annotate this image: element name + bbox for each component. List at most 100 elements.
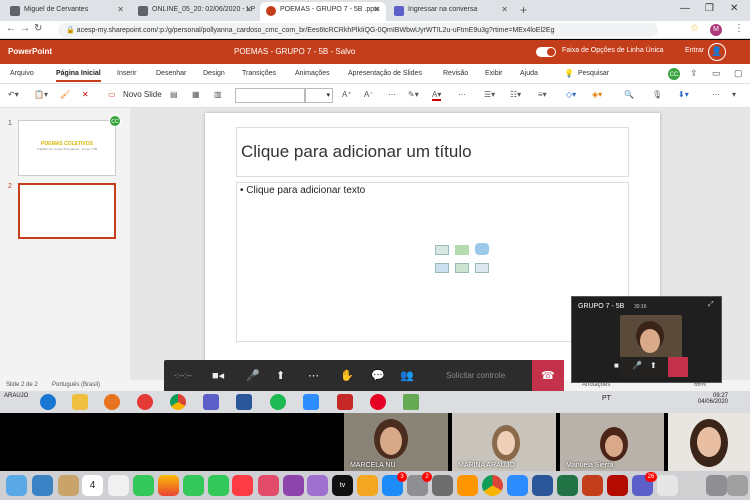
zoom-icon[interactable] (507, 475, 528, 496)
designer-icon[interactable]: ⬇▾ (678, 90, 689, 99)
participant-tile[interactable]: Manuela Sierra (560, 413, 664, 471)
folder-icon[interactable] (72, 394, 88, 410)
fill-icon[interactable]: ◈▾ (592, 90, 602, 99)
tab-desenhar[interactable]: Desenhar (156, 70, 186, 77)
notes-icon[interactable] (108, 475, 129, 496)
tab-transicoes[interactable]: Transições (242, 70, 276, 77)
participants-icon[interactable]: 👥 (400, 369, 414, 382)
photos-icon[interactable] (158, 475, 179, 496)
camera-icon[interactable]: ■ (614, 361, 619, 370)
finder-icon[interactable] (6, 475, 27, 496)
numbering-icon[interactable]: ☷▾ (510, 90, 521, 99)
table-icon[interactable] (435, 245, 449, 255)
participant-tile[interactable]: MARCELA NU (344, 413, 448, 471)
highlight-icon[interactable]: ✎▾ (408, 90, 419, 99)
new-tab-button[interactable]: + (520, 3, 527, 17)
url-field[interactable]: 🔒 acesp-my.sharepoint.com/:p:/g/personal… (58, 23, 658, 37)
camera-icon[interactable]: ■◂ (212, 369, 224, 382)
utility-icon[interactable] (432, 475, 453, 496)
share-icon[interactable]: ⬆ (650, 361, 657, 370)
share-screen-icon[interactable]: ⬆ (276, 369, 285, 382)
more-actions-icon[interactable]: ⋯ (308, 369, 319, 382)
teams-icon[interactable]: 26 (632, 472, 657, 496)
chat-icon[interactable]: 💬 (371, 369, 385, 382)
hang-up-button[interactable]: ☎ (532, 360, 564, 392)
downloads-icon[interactable] (706, 475, 727, 496)
flag-icon[interactable] (337, 394, 353, 410)
tab-pagina-inicial[interactable]: Página Inicial (56, 70, 101, 82)
new-slide-icon[interactable]: ▭ (108, 90, 116, 99)
teams-icon[interactable] (203, 394, 219, 410)
trash-icon[interactable] (727, 475, 748, 496)
maps-icon[interactable] (208, 475, 229, 496)
user-icon[interactable]: 👤 (708, 43, 726, 61)
facetime-icon[interactable] (133, 475, 154, 496)
raise-hand-icon[interactable]: ✋ (340, 369, 354, 382)
participant-tile[interactable] (668, 413, 750, 471)
forward-icon[interactable]: → (20, 23, 30, 34)
itunes-icon[interactable] (682, 475, 703, 496)
word-icon[interactable] (532, 475, 553, 496)
contacts-icon[interactable] (58, 475, 79, 496)
books-icon[interactable] (357, 475, 378, 496)
coauthor-badge[interactable]: CC (667, 67, 681, 81)
video-icon[interactable] (475, 263, 489, 273)
insert-content-icons[interactable] (433, 241, 497, 283)
picture-icon[interactable] (435, 263, 449, 273)
apple-tv-icon[interactable]: tv (332, 475, 353, 496)
bullets-icon[interactable]: ☰▾ (484, 90, 495, 99)
tab-poemas[interactable]: POEMAS - GRUPO 7 - 5B .pptx ✕ (260, 2, 386, 21)
tab-online[interactable]: ONLINE_05_20: 02/06/2020 - LP ✕ (132, 2, 258, 21)
menu-icon[interactable]: ⋮ (734, 23, 744, 34)
back-icon[interactable]: ← (6, 23, 16, 34)
single-line-ribbon-toggle[interactable] (536, 47, 556, 57)
reset-icon[interactable]: ▦ (192, 90, 200, 99)
undo-icon[interactable]: ↶▾ (8, 90, 19, 99)
signin-link[interactable]: Entrar (685, 47, 704, 54)
app-store-icon[interactable]: 3 (382, 472, 407, 496)
close-window-button[interactable]: ✕ (730, 3, 738, 14)
acrobat-icon[interactable] (607, 475, 628, 496)
microphone-icon[interactable]: 🎤 (632, 361, 642, 370)
star-icon[interactable]: ☆ (690, 23, 699, 34)
clock[interactable]: 09:27 04/06/2020 (690, 393, 728, 405)
dictate-icon[interactable]: 🎙 (652, 90, 662, 99)
more-options-icon[interactable]: ⋯ (712, 90, 720, 99)
security-icon[interactable] (137, 394, 153, 410)
bold-icon[interactable]: ⋯ (388, 90, 396, 99)
media-icon[interactable] (104, 394, 120, 410)
excel-icon[interactable] (557, 475, 578, 496)
calendar-icon[interactable]: 4 (82, 475, 103, 496)
chrome-icon[interactable] (170, 394, 186, 410)
collapse-ribbon-icon[interactable]: ▾ (732, 90, 736, 99)
app-icon[interactable] (457, 475, 478, 496)
expand-icon[interactable]: ⤢ (708, 301, 714, 309)
request-control-button[interactable]: Solicitar controle (446, 371, 505, 380)
tab-exibir[interactable]: Exibir (485, 70, 503, 77)
tab-ingressar[interactable]: Ingressar na conversa ✕ (388, 2, 514, 21)
participant-tile[interactable]: MARINA ARAUJO (452, 413, 556, 471)
comments-icon[interactable]: ▭ (712, 68, 721, 79)
paste-icon[interactable]: 📋▾ (34, 90, 48, 99)
close-icon[interactable]: ✕ (245, 5, 252, 14)
find-icon[interactable]: 🔍 (624, 90, 634, 99)
pinterest-icon[interactable] (370, 394, 386, 410)
chart-icon[interactable] (455, 245, 469, 255)
grow-font-icon[interactable]: A⁺ (342, 90, 352, 99)
close-icon[interactable]: ✕ (373, 5, 380, 14)
language-indicator[interactable]: PT (602, 395, 611, 402)
tab-design[interactable]: Design (203, 70, 225, 77)
font-size-select[interactable]: ▾ (305, 88, 333, 103)
font-color-icon[interactable]: A▾ (432, 90, 442, 101)
maximize-button[interactable]: ❐ (705, 3, 714, 14)
tab-animacoes[interactable]: Animações (295, 70, 330, 77)
restore-icon[interactable]: ▢ (734, 68, 743, 79)
tab-ajuda[interactable]: Ajuda (520, 70, 538, 77)
word-icon[interactable] (236, 394, 252, 410)
tab-arquivo[interactable]: Arquivo (10, 70, 34, 77)
minimize-button[interactable]: — (680, 3, 690, 14)
delete-icon[interactable]: ✕ (82, 90, 89, 99)
launchpad-icon[interactable] (32, 475, 53, 496)
tab-revisao[interactable]: Revisão (443, 70, 468, 77)
font-family-select[interactable] (235, 88, 305, 103)
